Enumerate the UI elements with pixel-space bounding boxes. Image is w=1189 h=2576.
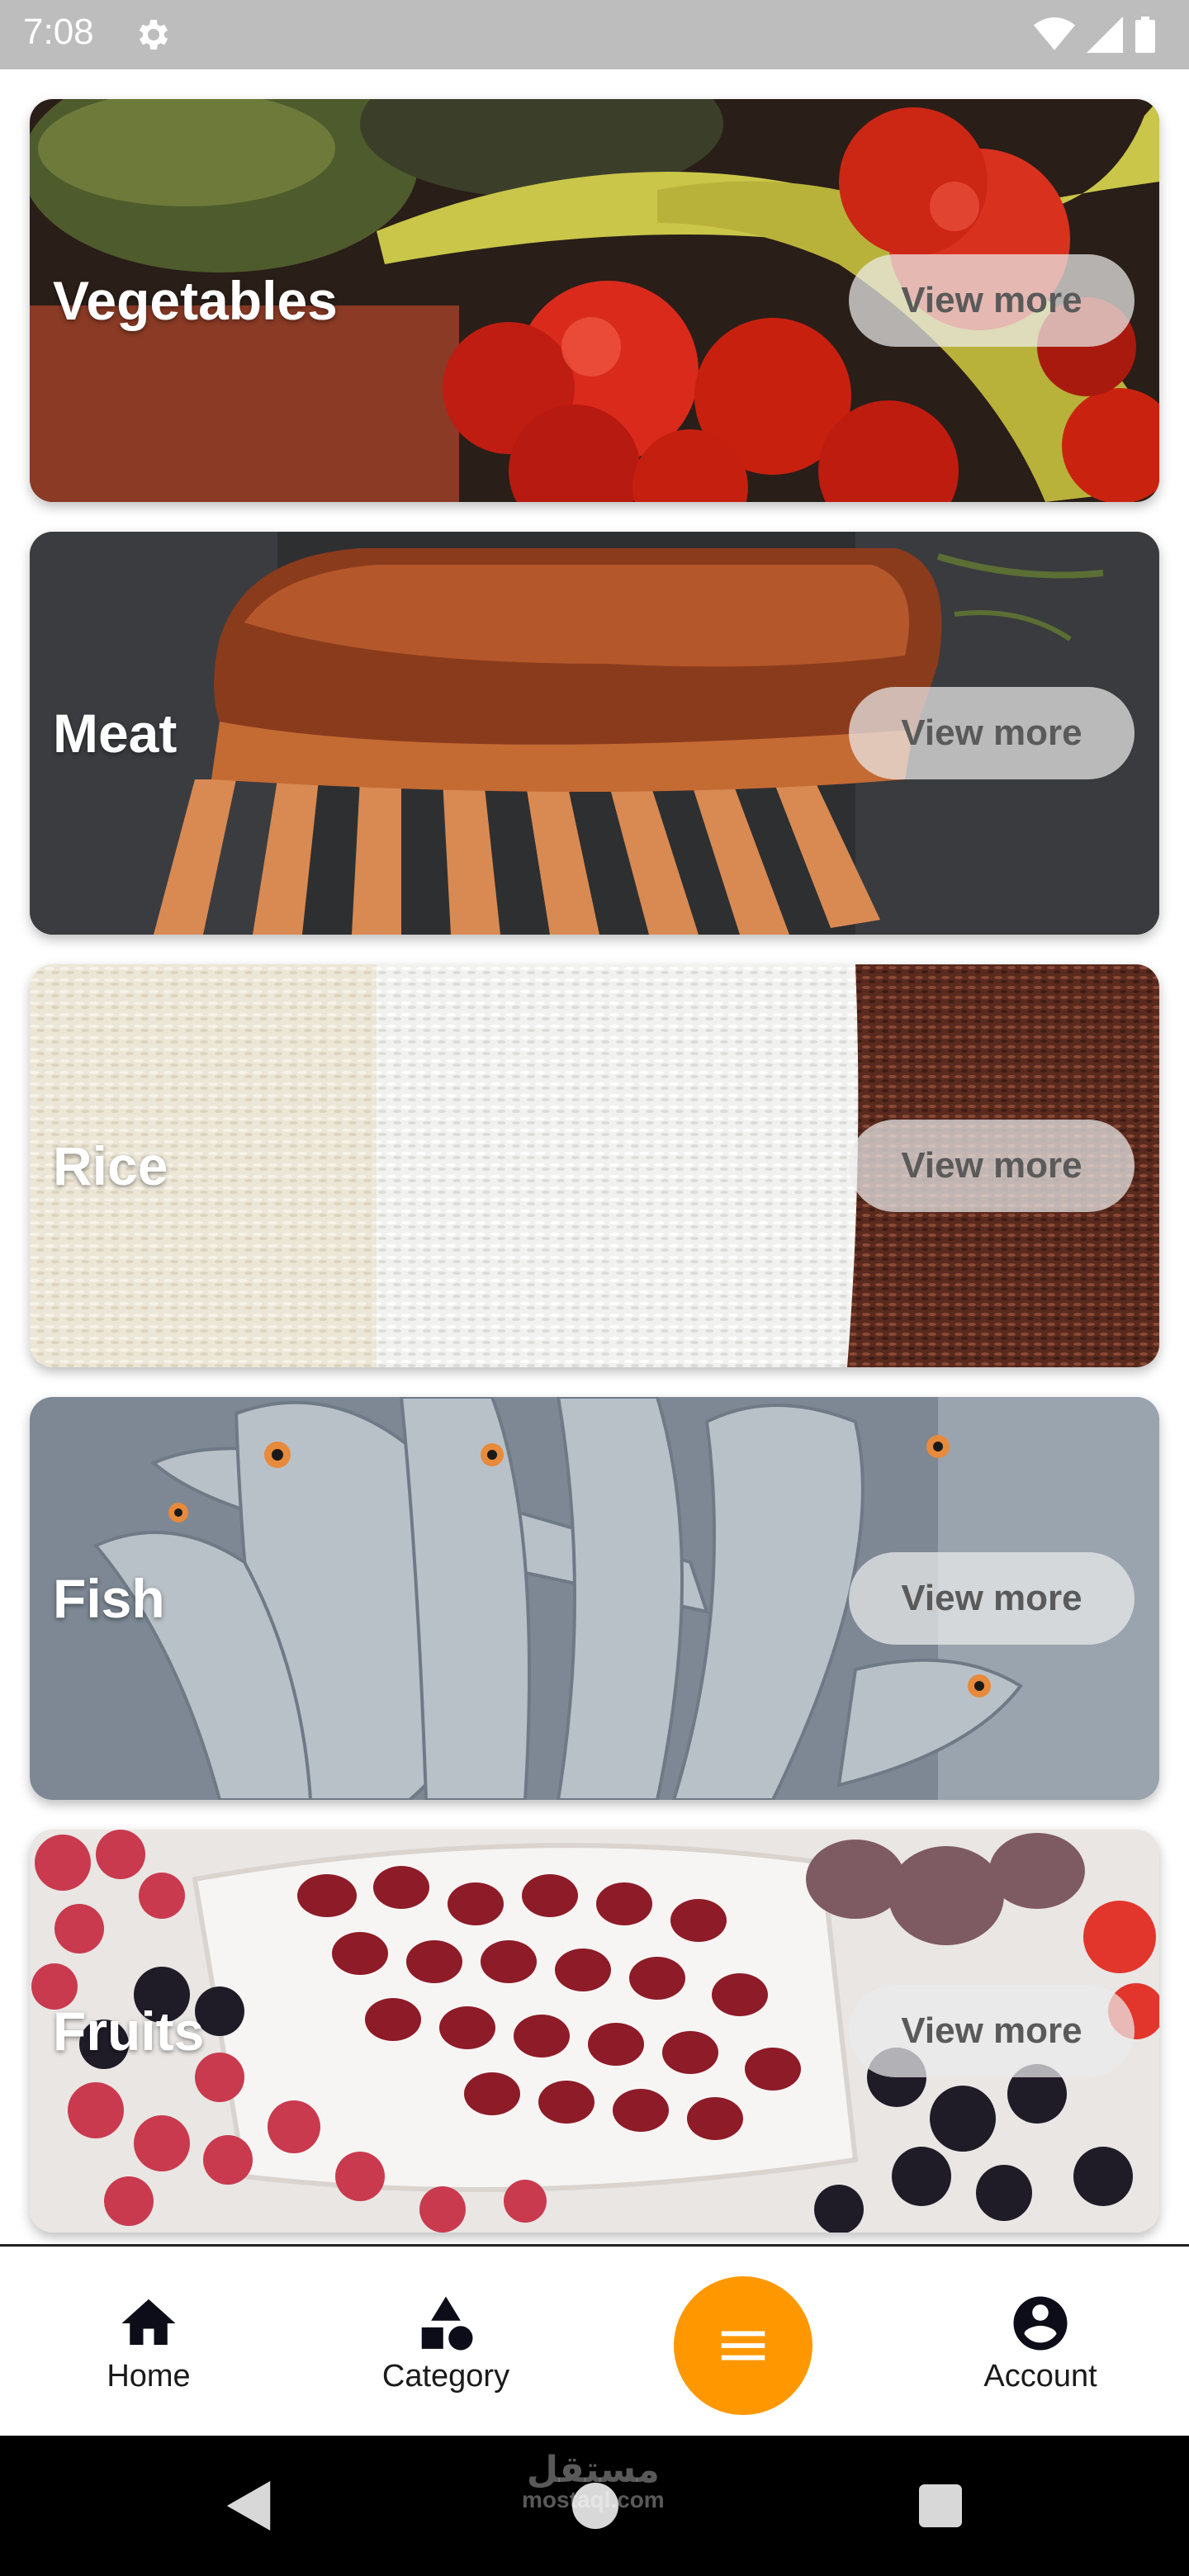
nav-label-account: Account (983, 2358, 1097, 2394)
nav-label-category: Category (381, 2358, 510, 2394)
gear-icon (139, 20, 168, 50)
watermark-logo-text: مستقل (526, 2450, 660, 2490)
nav-item-home[interactable]: Home (50, 2247, 248, 2438)
home-icon (121, 2299, 176, 2345)
nav-item-category[interactable]: Category (347, 2247, 545, 2438)
category-title: Vegetables (53, 270, 338, 331)
menu-button[interactable] (674, 2276, 812, 2415)
category-card-rice[interactable]: Rice View more (30, 964, 1159, 1367)
status-bar: 7:08 (0, 0, 1189, 69)
category-card-vegetables[interactable]: Vegetables View more (30, 99, 1159, 502)
view-more-button[interactable]: View more (849, 687, 1135, 779)
category-card-meat[interactable]: Meat View more (30, 532, 1159, 935)
nav-item-account[interactable]: Account (941, 2247, 1139, 2438)
category-title: Rice (53, 1135, 168, 1196)
category-title: Meat (53, 703, 178, 764)
view-more-button[interactable]: View more (849, 254, 1135, 347)
category-title: Fruits (53, 2001, 205, 2062)
battery-icon (1135, 17, 1155, 53)
menu-icon (721, 2331, 765, 2361)
category-title: Fish (53, 1568, 165, 1629)
back-icon (226, 2481, 271, 2531)
recents-button[interactable] (912, 2477, 969, 2535)
view-more-button[interactable]: View more (849, 1552, 1135, 1645)
view-more-button[interactable]: View more (849, 1985, 1135, 2077)
category-card-fruits[interactable]: Fruits View more (30, 1830, 1159, 2233)
watermark-logo: مستقل mostaql.com (522, 2452, 665, 2512)
wifi-icon (1034, 17, 1075, 50)
category-icon (421, 2296, 473, 2350)
signal-icon (1087, 17, 1123, 53)
bottom-navigation: Home Category Account (0, 2244, 1189, 2436)
status-time: 7:08 (23, 12, 94, 52)
recents-icon (919, 2484, 962, 2527)
watermark-domain: mostaql.com (522, 2487, 665, 2512)
view-more-button[interactable]: View more (849, 1120, 1135, 1212)
account-icon (1013, 2296, 1068, 2350)
back-button[interactable] (220, 2477, 277, 2535)
system-navigation-bar: مستقل mostaql.com (0, 2436, 1189, 2576)
category-card-fish[interactable]: Fish View more (30, 1397, 1159, 1800)
nav-label-home: Home (107, 2358, 191, 2394)
